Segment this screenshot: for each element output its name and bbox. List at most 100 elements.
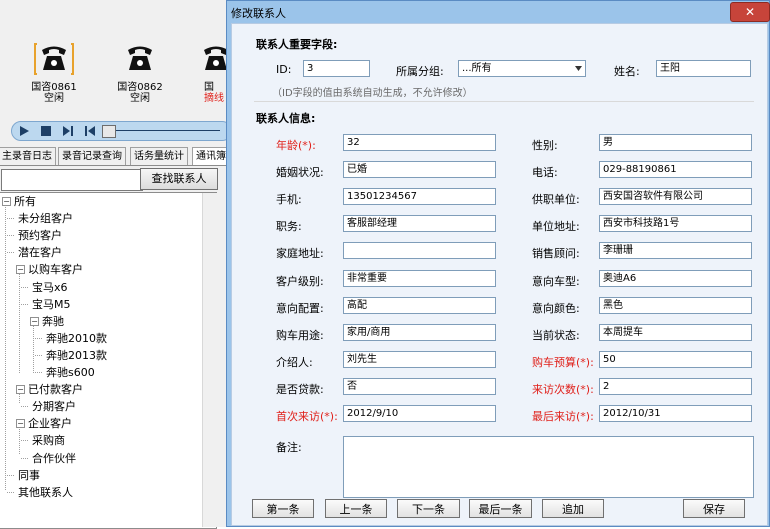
- name-field[interactable]: 王阳: [656, 60, 751, 77]
- id-label: ID:: [276, 63, 292, 76]
- field-input[interactable]: [343, 242, 496, 260]
- field-label: 首次来访(*):: [276, 410, 338, 423]
- field-input[interactable]: 2012/9/10: [343, 405, 496, 422]
- telephone-icon: [204, 46, 228, 70]
- field-input[interactable]: 家用/商用: [343, 323, 496, 341]
- notes-label: 备注:: [276, 441, 302, 454]
- tab-main-log[interactable]: 主录音日志: [0, 147, 56, 165]
- notes-textarea[interactable]: [343, 436, 754, 498]
- append-button[interactable]: 追加: [542, 499, 604, 518]
- find-contact-button[interactable]: 查找联系人: [140, 168, 218, 190]
- chevron-down-icon: [575, 66, 582, 71]
- tree-node[interactable]: 合作伙伴: [32, 450, 76, 467]
- divider: [254, 101, 754, 102]
- dialog-titlebar[interactable]: 修改联系人 ✕: [227, 1, 770, 23]
- tree-node[interactable]: 潜在客户: [18, 244, 62, 261]
- edit-contact-dialog: 修改联系人 ✕ 联系人重要字段: ID: 3 所属分组: ...所有 姓名: 王…: [226, 0, 770, 527]
- telephone-icon: [128, 46, 152, 70]
- tree-node[interactable]: 奔驰: [42, 313, 64, 330]
- field-input[interactable]: 高配: [343, 296, 496, 314]
- previous-record-button[interactable]: 上一条: [325, 499, 387, 518]
- field-input[interactable]: 客服部经理: [343, 215, 496, 233]
- field-input[interactable]: 029-88190861: [599, 161, 752, 179]
- field-input[interactable]: 2012/10/31: [599, 405, 752, 422]
- id-hint: （ID字段的值由系统自动生成，不允许修改）: [272, 88, 473, 99]
- tree-scrollbar[interactable]: [202, 193, 217, 527]
- field-label: 性别:: [532, 139, 558, 152]
- seek-slider-thumb[interactable]: [102, 125, 116, 138]
- tree-node[interactable]: 所有: [14, 193, 36, 210]
- tree-node[interactable]: 宝马x6: [32, 279, 68, 296]
- group-label: 所属分组:: [396, 65, 444, 78]
- field-input[interactable]: 已婚: [343, 161, 496, 179]
- play-icon[interactable]: [18, 125, 30, 137]
- field-label: 销售顾问:: [532, 247, 580, 261]
- field-input[interactable]: 男: [599, 134, 752, 151]
- tree-node[interactable]: 其他联系人: [18, 484, 73, 501]
- field-input[interactable]: 刘先生: [343, 350, 496, 368]
- field-label: 手机:: [276, 193, 302, 207]
- contact-search-input[interactable]: [1, 169, 143, 191]
- tree-node[interactable]: 奔驰2010款: [46, 330, 107, 347]
- tree-node[interactable]: 已付款客户: [28, 381, 83, 398]
- tree-node[interactable]: 未分组客户: [18, 210, 73, 227]
- close-button[interactable]: ✕: [730, 2, 770, 22]
- field-input[interactable]: 非常重要: [343, 269, 496, 287]
- field-input[interactable]: 黑色: [599, 296, 752, 314]
- tree-expander-icon[interactable]: −: [16, 419, 25, 429]
- background-app: 国咨0861 空闲 国咨0862 空闲 国 摘线 主录音日志 录音记录查询 话务…: [0, 0, 232, 529]
- tree-node[interactable]: 宝马M5: [32, 296, 71, 313]
- field-input[interactable]: 西安市科技路1号: [599, 215, 752, 233]
- stop-icon[interactable]: [40, 125, 52, 137]
- phone-name: 国咨0862: [117, 82, 163, 93]
- field-input[interactable]: 13501234567: [343, 188, 496, 206]
- phone-name: 国: [204, 82, 214, 93]
- id-field: 3: [303, 60, 370, 77]
- phone-status: 摘线: [204, 93, 224, 104]
- tree-node[interactable]: 分期客户: [32, 398, 76, 415]
- tree-node[interactable]: 奔驰2013款: [46, 347, 107, 364]
- tree-expander-icon[interactable]: −: [16, 265, 25, 275]
- tree-node[interactable]: 采购商: [32, 432, 65, 449]
- phone-line-0862[interactable]: 国咨0862 空闲: [108, 42, 172, 104]
- field-label: 婚姻状况:: [276, 166, 324, 180]
- tree-node[interactable]: 奔驰s600: [46, 364, 95, 381]
- next-record-button[interactable]: 下一条: [397, 499, 460, 518]
- tree-expander-icon[interactable]: −: [2, 197, 11, 206]
- tree-node[interactable]: 同事: [18, 467, 40, 484]
- field-input[interactable]: 50: [599, 350, 752, 368]
- dialog-body: 联系人重要字段: ID: 3 所属分组: ...所有 姓名: 王阳 （ID字段的…: [231, 23, 768, 526]
- skip-forward-icon[interactable]: [62, 125, 74, 137]
- phone-line-0861[interactable]: 国咨0861 空闲: [22, 42, 86, 104]
- field-label: 最后来访(*):: [532, 410, 594, 423]
- phone-line-third[interactable]: 国 摘线: [194, 42, 230, 104]
- field-label: 购车预算(*):: [532, 355, 594, 369]
- field-label: 来访次数(*):: [532, 382, 594, 396]
- tree-node[interactable]: 企业客户: [28, 415, 72, 432]
- tree-node[interactable]: 以购车客户: [28, 261, 83, 278]
- field-label: 介绍人:: [276, 355, 313, 369]
- tree-expander-icon[interactable]: −: [16, 385, 25, 395]
- tab-strip: 主录音日志 录音记录查询 话务量统计 通讯簿: [0, 146, 230, 166]
- skip-back-icon[interactable]: [84, 125, 96, 137]
- first-record-button[interactable]: 第一条: [252, 499, 314, 518]
- last-record-button[interactable]: 最后一条: [469, 499, 532, 518]
- tab-address-book[interactable]: 通讯簿: [192, 147, 230, 165]
- tree-node[interactable]: 预约客户: [18, 227, 62, 244]
- tree-expander-icon[interactable]: −: [30, 316, 39, 326]
- field-input[interactable]: 否: [343, 377, 496, 395]
- save-button[interactable]: 保存: [683, 499, 745, 518]
- field-input[interactable]: 奥迪A6: [599, 269, 752, 287]
- field-input[interactable]: 32: [343, 134, 496, 151]
- important-fields-heading: 联系人重要字段:: [256, 38, 338, 51]
- seek-slider-track[interactable]: [116, 130, 220, 131]
- tab-traffic-stats[interactable]: 话务量统计: [130, 147, 188, 165]
- field-label: 家庭地址:: [276, 247, 324, 261]
- field-input[interactable]: 李珊珊: [599, 242, 752, 260]
- field-input[interactable]: 2: [599, 377, 752, 395]
- field-input[interactable]: 西安国咨软件有限公司: [599, 188, 752, 206]
- tab-record-search[interactable]: 录音记录查询: [58, 147, 126, 165]
- field-input[interactable]: 本周提车: [599, 323, 752, 341]
- group-select[interactable]: ...所有: [458, 60, 586, 77]
- field-label: 意向车型:: [532, 274, 580, 288]
